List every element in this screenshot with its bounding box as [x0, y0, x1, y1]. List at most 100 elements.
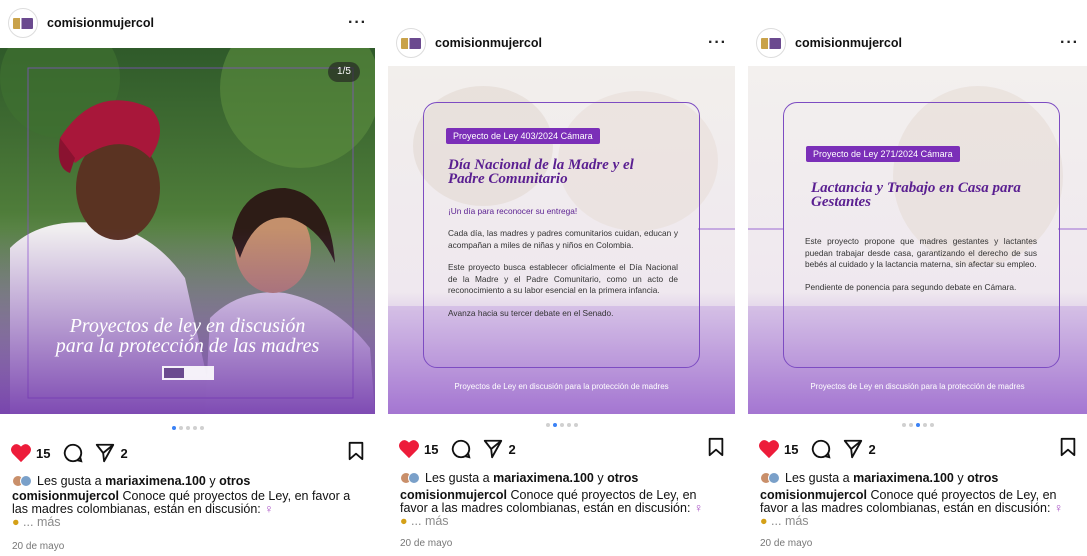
card-body: Cada día, las madres y padres comunitari… [448, 228, 678, 330]
post-image[interactable]: Proyecto de Ley 271/2024 Cámara Lactanci… [748, 66, 1087, 414]
save-button[interactable] [347, 441, 365, 466]
save-button[interactable] [1059, 437, 1077, 462]
body-paragraph: Avanza hacia su tercer debate en el Sena… [448, 307, 614, 318]
logo-icon [13, 17, 33, 29]
post-date: 20 de mayo [760, 538, 813, 549]
card-title: Lactancia y Trabajo en Casa para Gestant… [811, 180, 1021, 210]
card-tagline: Proyectos de Ley en discusión para la pr… [810, 382, 1025, 391]
comment-button[interactable] [62, 442, 84, 464]
share-button[interactable] [94, 442, 116, 464]
heart-icon [11, 444, 31, 463]
avatar [768, 472, 780, 484]
carousel-dot [199, 426, 204, 430]
more-options-icon[interactable]: ··· [348, 14, 367, 32]
card-tagline: Proyectos de Ley en discusión para la pr… [454, 382, 669, 391]
bill-label: Proyecto de Ley 403/2024 Cámara [446, 128, 600, 144]
carousel-dot [573, 423, 578, 427]
woman-emoji-icon: ♀ [693, 501, 704, 515]
carousel-dot [192, 426, 197, 430]
liked-by-join: y [593, 471, 608, 485]
share-count: 2 [508, 441, 516, 457]
caption-username[interactable]: comisionmujercol [760, 488, 867, 502]
carousel-dots [0, 426, 375, 430]
banner-line-1: Proyectos de ley en discusión [69, 315, 306, 337]
like-button[interactable] [398, 439, 420, 459]
share-icon [96, 443, 115, 463]
carousel-dots [748, 423, 1087, 427]
body-paragraph: Pendiente de ponencia para segundo debat… [805, 281, 1017, 292]
like-button[interactable] [758, 439, 780, 459]
content-card [783, 102, 1060, 368]
carousel-dot [566, 423, 571, 427]
caption-username[interactable]: comisionmujercol [12, 489, 119, 503]
carousel-dot [185, 426, 190, 430]
profile-avatar[interactable] [8, 8, 38, 38]
caption: comisionmujercol Conoce qué proyectos de… [760, 489, 1075, 528]
carousel-dot [559, 423, 564, 427]
post-header: comisionmujercol ··· [388, 28, 735, 58]
liked-by: Les gusta a mariaximena.100 y otros [12, 474, 250, 488]
avatar [20, 475, 32, 487]
liked-by-others[interactable]: otros [607, 471, 638, 485]
more-link[interactable]: ... más [23, 515, 61, 529]
more-options-icon[interactable]: ··· [1060, 34, 1079, 52]
instagram-post-collage: comisionmujercol ··· 1/5 Proyectos de le… [0, 0, 1087, 556]
more-link[interactable]: ... más [411, 514, 449, 528]
post-date: 20 de mayo [12, 541, 65, 552]
emoji-icon: ● [12, 515, 20, 529]
share-icon [484, 439, 503, 459]
share-count: 2 [120, 445, 128, 461]
body-paragraph: Este proyecto busca establecer oficialme… [448, 262, 678, 295]
like-count[interactable]: 15 [424, 442, 438, 457]
action-bar: 15 2 [10, 441, 365, 466]
liked-by-user[interactable]: mariaximena.100 [493, 471, 594, 485]
liked-by-prefix: Les gusta a [37, 474, 106, 488]
carousel-dots [388, 423, 735, 427]
carousel-dot [545, 423, 550, 427]
carousel-dot [908, 423, 913, 427]
post-2: comisionmujercol ··· Proyecto de Ley 403… [388, 20, 735, 556]
username[interactable]: comisionmujercol [47, 16, 154, 30]
share-button[interactable] [482, 438, 504, 460]
bill-label: Proyecto de Ley 271/2024 Cámara [806, 146, 960, 162]
username[interactable]: comisionmujercol [795, 36, 902, 50]
caption-username[interactable]: comisionmujercol [400, 488, 507, 502]
emoji-icon: ● [400, 514, 408, 528]
comment-button[interactable] [450, 438, 472, 460]
save-button[interactable] [707, 437, 725, 462]
liked-by-user[interactable]: mariaximena.100 [853, 471, 954, 485]
post-image[interactable]: Proyecto de Ley 403/2024 Cámara Día Naci… [388, 66, 735, 414]
like-count[interactable]: 15 [36, 446, 50, 461]
logo-icon [761, 37, 781, 49]
share-count: 2 [868, 441, 876, 457]
liked-by: Les gusta a mariaximena.100 y otros [760, 471, 998, 485]
bookmark-icon [1060, 437, 1076, 456]
username[interactable]: comisionmujercol [435, 36, 542, 50]
body-paragraph: Cada día, las madres y padres comunitari… [448, 228, 678, 250]
post-header: comisionmujercol ··· [0, 8, 375, 38]
liked-by-others[interactable]: otros [219, 474, 250, 488]
carousel-dot [901, 423, 906, 427]
caption: comisionmujercol Conoce qué proyectos de… [12, 490, 363, 529]
more-link[interactable]: ... más [771, 514, 809, 528]
profile-avatar[interactable] [396, 28, 426, 58]
liked-by-user[interactable]: mariaximena.100 [105, 474, 206, 488]
liked-by-prefix: Les gusta a [785, 471, 854, 485]
like-button[interactable] [10, 443, 32, 463]
comment-button[interactable] [810, 438, 832, 460]
comment-icon [812, 439, 832, 459]
liked-by-prefix: Les gusta a [425, 471, 494, 485]
heart-icon [759, 440, 779, 459]
card-subtitle: ¡Un día para reconocer su entrega! [448, 206, 578, 216]
profile-avatar[interactable] [756, 28, 786, 58]
liker-avatars[interactable] [760, 472, 780, 484]
like-count[interactable]: 15 [784, 442, 798, 457]
liked-by-join: y [953, 471, 968, 485]
share-button[interactable] [842, 438, 864, 460]
logo-icon [401, 37, 421, 49]
post-image[interactable]: 1/5 Proyectos de ley en discusión para l… [0, 48, 375, 414]
liker-avatars[interactable] [12, 475, 32, 487]
liked-by-others[interactable]: otros [967, 471, 998, 485]
liker-avatars[interactable] [400, 472, 420, 484]
more-options-icon[interactable]: ··· [708, 34, 727, 52]
